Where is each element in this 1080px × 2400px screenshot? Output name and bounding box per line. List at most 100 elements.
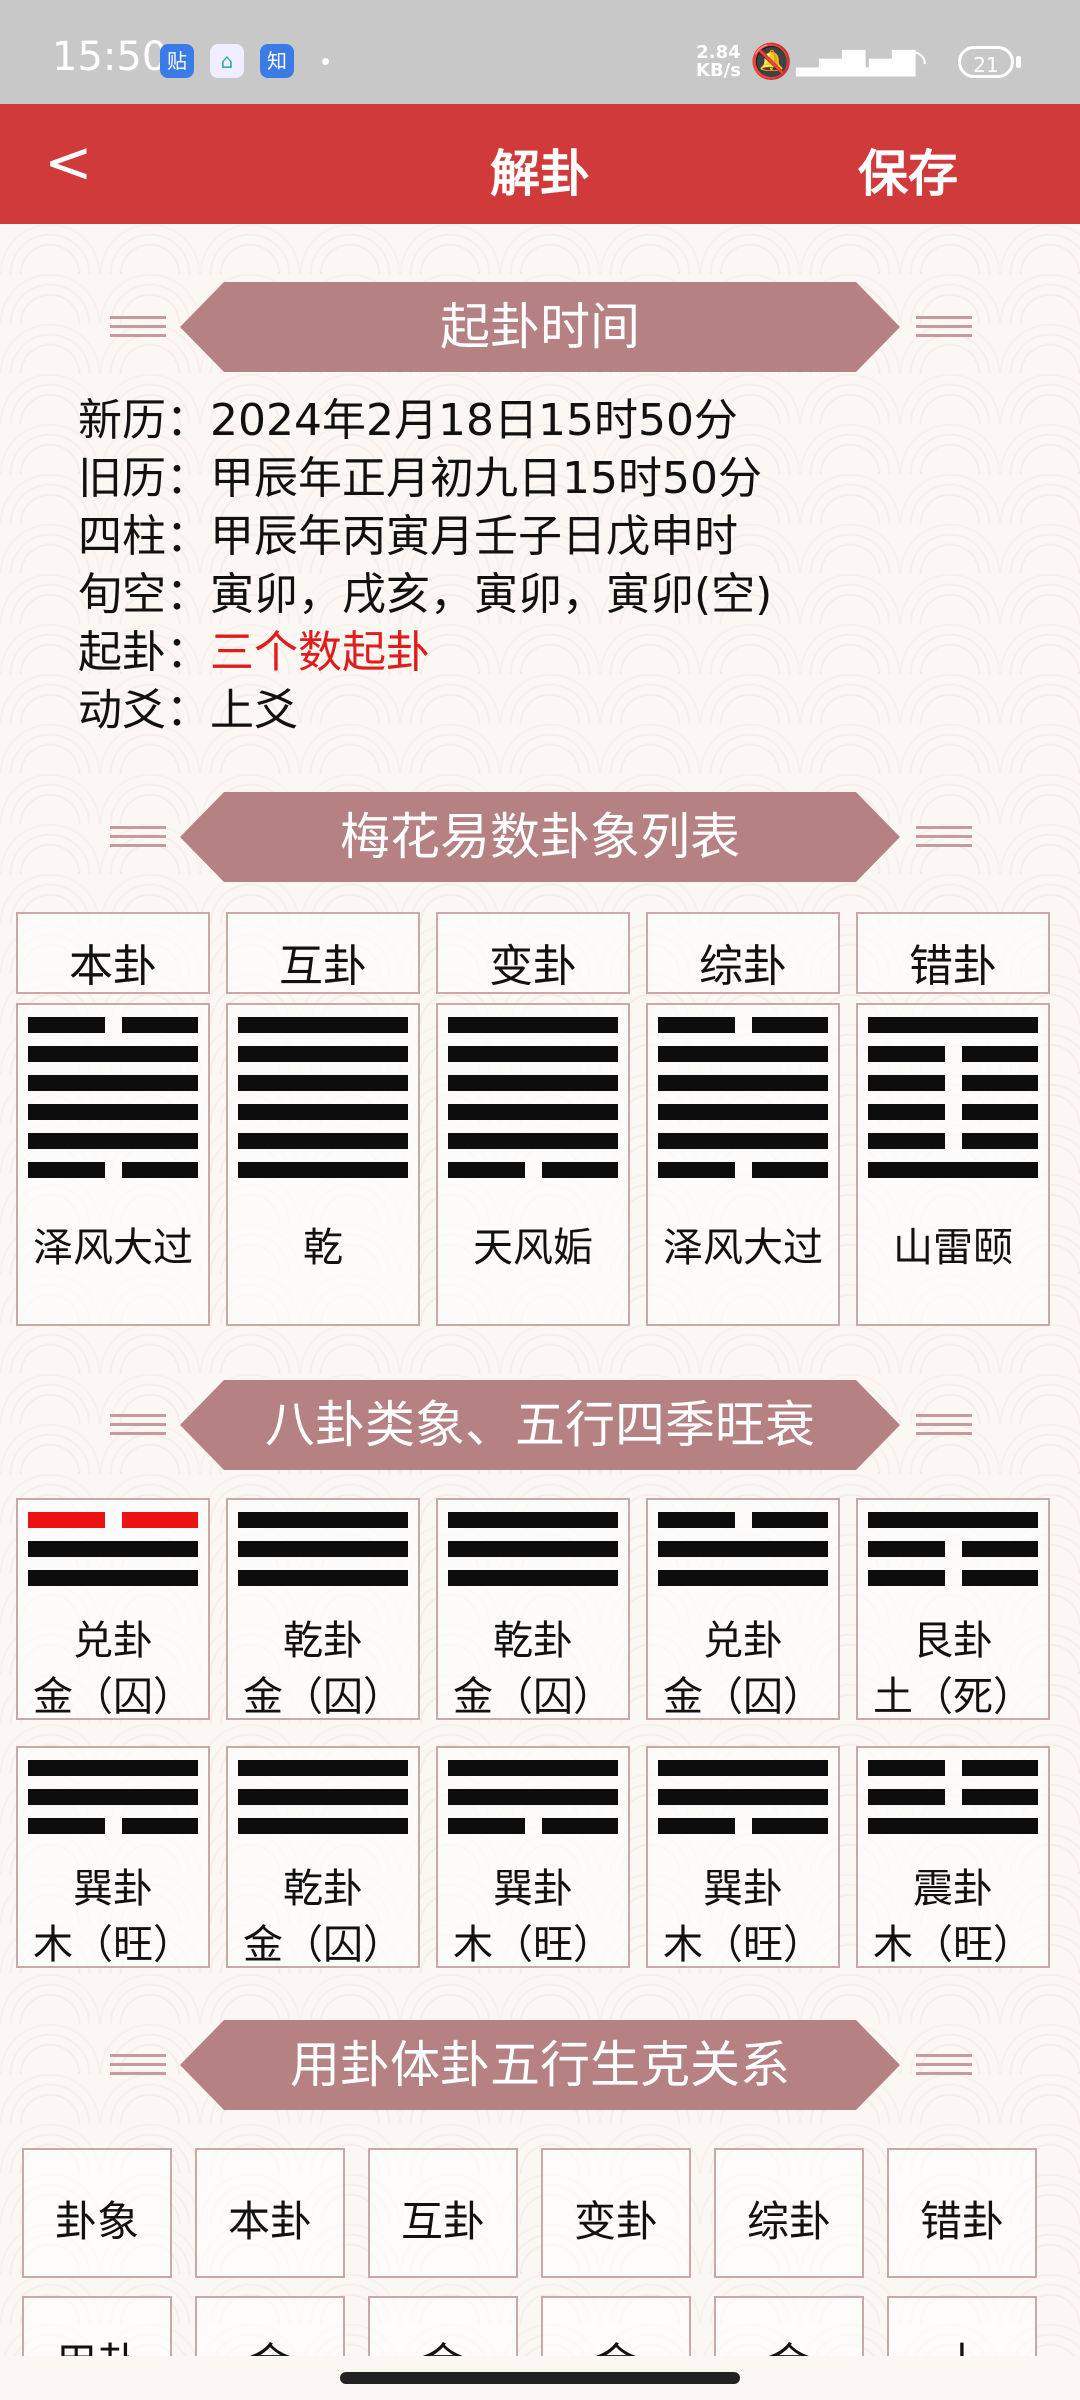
hexagram-card[interactable]: 泽风大过 — [646, 1003, 840, 1326]
hexagram-symbol — [448, 1017, 618, 1191]
trigram-element: 木（旺） — [873, 1922, 1033, 1968]
yin-line — [28, 1818, 198, 1834]
yang-line — [448, 1133, 618, 1149]
relation-value: 用卦 — [24, 2330, 170, 2356]
home-indicator[interactable] — [340, 2372, 740, 2384]
relation-cell: 金 — [368, 2296, 518, 2356]
hexagram-header-label: 错卦 — [909, 941, 997, 992]
hexagram-card[interactable]: 泽风大过 — [16, 1003, 210, 1326]
trigram-element: 金（囚） — [33, 1674, 193, 1720]
trigram-row: 巽卦 木（旺） 乾卦 金（囚） 巽卦 木（旺） 巽卦 木（旺） 震卦 木（旺） — [0, 1746, 1080, 1968]
hexagram-card[interactable]: 山雷颐 — [856, 1003, 1050, 1326]
info-label: 动爻： — [78, 685, 210, 736]
trigram-name: 艮卦 — [913, 1618, 993, 1664]
trigram-card[interactable]: 巽卦 木（旺） — [646, 1746, 840, 1968]
relation-header-cell: 互卦 — [368, 2148, 518, 2278]
yin-line — [868, 1570, 1038, 1586]
trigram-card[interactable]: 兑卦 金（囚） — [646, 1498, 840, 1720]
network-speed: 2.84 KB/s — [696, 44, 741, 80]
trigram-name: 乾卦 — [493, 1618, 573, 1664]
yang-line — [238, 1512, 408, 1528]
info-value: 三个数起卦 — [210, 627, 430, 678]
relation-cell: 金 — [714, 2296, 864, 2356]
yang-line — [868, 1818, 1038, 1834]
trigram-card[interactable]: 震卦 木（旺） — [856, 1746, 1050, 1968]
hexagram-header-label: 互卦 — [279, 941, 367, 992]
hexagram-name: 山雷颐 — [893, 1225, 1013, 1271]
yang-line — [658, 1541, 828, 1557]
section-title: 起卦时间 — [180, 282, 900, 372]
yang-line — [448, 1541, 618, 1557]
relation-header-label: 互卦 — [400, 2197, 485, 2246]
yin-line — [868, 1075, 1038, 1091]
relation-value: 金 — [197, 2330, 343, 2356]
yang-line — [28, 1133, 198, 1149]
trigram-card[interactable]: 乾卦 金（囚） — [436, 1498, 630, 1720]
relation-header-row: 卦象 本卦 互卦 变卦 综卦 错卦 — [0, 2148, 1080, 2278]
wifi-icon: ◠ — [898, 42, 928, 82]
save-button[interactable]: 保存 — [858, 134, 958, 206]
trigram-card[interactable]: 兑卦 金（囚） — [16, 1498, 210, 1720]
yang-line — [238, 1075, 408, 1091]
yang-line — [658, 1789, 828, 1805]
trigram-name: 巽卦 — [73, 1866, 153, 1912]
yang-line — [238, 1133, 408, 1149]
trigram-name: 巽卦 — [703, 1866, 783, 1912]
hexagram-row: 泽风大过 乾 天风姤 泽风大过 山雷颐 — [0, 1003, 1080, 1326]
yin-line — [658, 1017, 828, 1033]
yang-line — [448, 1570, 618, 1586]
hexagram-symbol — [868, 1017, 1038, 1191]
trigram-element: 金（囚） — [243, 1674, 403, 1720]
relation-header-label: 变卦 — [573, 2197, 658, 2246]
trigram-row: 兑卦 金（囚） 乾卦 金（囚） 乾卦 金（囚） 兑卦 金（囚） 艮卦 土（死） — [0, 1498, 1080, 1720]
trigram-symbol — [238, 1760, 408, 1847]
yin-line — [868, 1789, 1038, 1805]
relation-header-cell: 变卦 — [541, 2148, 691, 2278]
trigram-element: 木（旺） — [663, 1922, 823, 1968]
yin-line — [658, 1512, 828, 1528]
status-time: 15:50 — [52, 34, 168, 80]
info-label: 新历： — [78, 395, 210, 446]
yin-line — [868, 1760, 1038, 1776]
trigram-card[interactable]: 艮卦 土（死） — [856, 1498, 1050, 1720]
yang-line — [658, 1046, 828, 1062]
hexagram-header-row: 本卦 互卦 变卦 综卦 错卦 — [0, 912, 1080, 994]
notification-icon: 知 — [260, 44, 294, 78]
trigram-card[interactable]: 乾卦 金（囚） — [226, 1498, 420, 1720]
relation-value: 土 — [889, 2330, 1035, 2356]
hexagram-header-cell: 错卦 — [856, 912, 1050, 994]
trigram-name: 兑卦 — [73, 1618, 153, 1664]
trigram-card[interactable]: 巽卦 木（旺） — [16, 1746, 210, 1968]
yang-line — [28, 1104, 198, 1120]
section-banner-trigrams: 八卦类象、五行四季旺衰 — [0, 1380, 1080, 1470]
trigram-symbol — [868, 1512, 1038, 1599]
yang-line — [658, 1760, 828, 1776]
hexagram-name: 泽风大过 — [663, 1225, 823, 1271]
relation-cell: 用卦 — [22, 2296, 172, 2356]
relation-header-label: 综卦 — [746, 2197, 831, 2246]
yang-line — [658, 1104, 828, 1120]
relation-header-cell: 卦象 — [22, 2148, 172, 2278]
trigram-card[interactable]: 巽卦 木（旺） — [436, 1746, 630, 1968]
yin-line — [448, 1162, 618, 1178]
status-bar: 15:50 贴 ⌂ 知 2.84 KB/s 🔕 ▂▄▆ ▂▄▆ ◠ 21 — [0, 0, 1080, 104]
relation-header-label: 错卦 — [919, 2197, 1004, 2246]
hexagram-symbol — [28, 1017, 198, 1191]
hexagram-name: 泽风大过 — [33, 1225, 193, 1271]
hexagram-symbol — [238, 1017, 408, 1191]
yang-line — [448, 1789, 618, 1805]
trigram-element: 土（死） — [873, 1674, 1033, 1720]
trigram-element: 金（囚） — [243, 1922, 403, 1968]
network-speed-unit: KB/s — [696, 60, 741, 81]
trigram-card[interactable]: 乾卦 金（囚） — [226, 1746, 420, 1968]
hexagram-card[interactable]: 天风姤 — [436, 1003, 630, 1326]
yang-line — [238, 1541, 408, 1557]
section-title: 梅花易数卦象列表 — [180, 792, 900, 882]
divination-info: 新历：2024年2月18日15时50分 旧历：甲辰年正月初九日15时50分 四柱… — [78, 392, 772, 740]
trigram-symbol — [658, 1760, 828, 1847]
hexagram-card[interactable]: 乾 — [226, 1003, 420, 1326]
yin-line — [868, 1133, 1038, 1149]
banner-decoration-right — [916, 316, 972, 343]
yang-line — [868, 1017, 1038, 1033]
trigram-symbol — [28, 1512, 198, 1599]
